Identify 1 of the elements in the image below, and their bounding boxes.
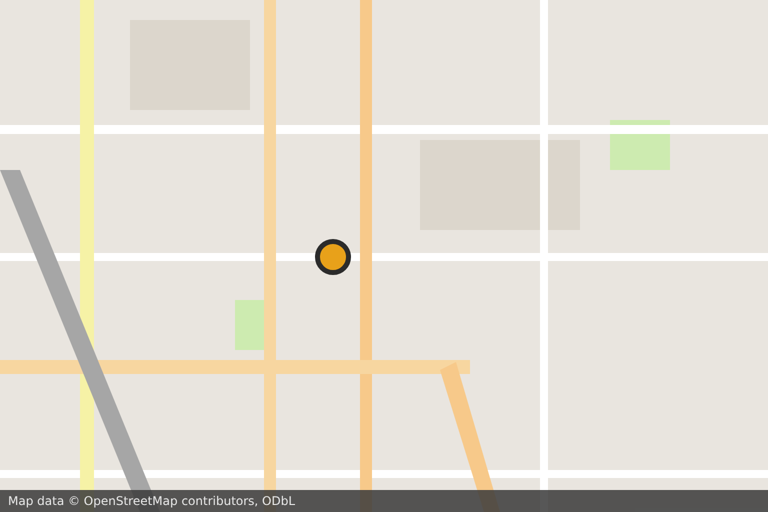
attribution-text: Map data © OpenStreetMap contributors, ODbL	[8, 493, 296, 510]
